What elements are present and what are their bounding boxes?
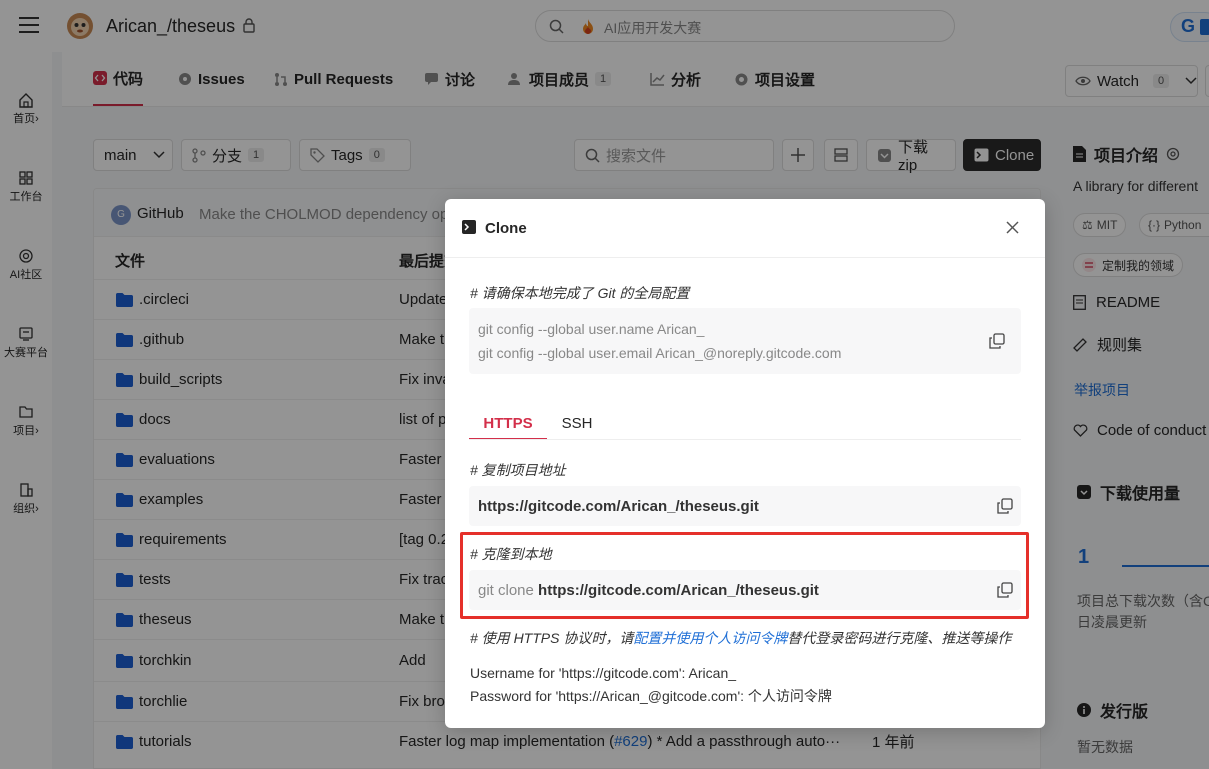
password-line: Password for 'https://Arican_@gitcode.co…	[470, 688, 832, 704]
note-text: # 使用 HTTPS 协议时，请	[470, 630, 634, 646]
terminal-icon	[462, 220, 476, 234]
clone-dialog: Clone # 请确保本地完成了 Git 的全局配置 git config --…	[445, 199, 1045, 728]
token-link[interactable]: 配置并使用个人访问令牌	[633, 630, 787, 646]
note-text: 替代登录密码进行克隆、推送等操作	[787, 630, 1012, 646]
dialog-header: Clone	[445, 199, 1045, 257]
copy-icon[interactable]	[997, 582, 1013, 598]
config-line: git config --global user.name Arican_	[478, 321, 705, 337]
tab-ssh-label: SSH	[561, 415, 593, 432]
repo-url[interactable]: https://gitcode.com/Arican_/theseus.git	[478, 498, 759, 515]
clone-cmd: git clone	[478, 582, 534, 599]
copy-url-comment: # 复制项目地址	[470, 462, 566, 478]
config-line: git config --global user.email Arican_@n…	[478, 345, 842, 361]
clone-command-box: git clone https://gitcode.com/Arican_/th…	[469, 570, 1021, 610]
clone-command[interactable]: git clone https://gitcode.com/Arican_/th…	[478, 582, 819, 599]
repo-url-box: https://gitcode.com/Arican_/theseus.git	[469, 486, 1021, 526]
clone-url: https://gitcode.com/Arican_/theseus.git	[538, 582, 819, 599]
dialog-divider	[445, 257, 1045, 258]
tab-https[interactable]: HTTPS	[469, 407, 547, 440]
git-config-box: git config --global user.name Arican_ gi…	[469, 308, 1021, 374]
copy-icon[interactable]	[997, 498, 1013, 514]
close-icon[interactable]	[1006, 221, 1019, 234]
tab-https-label: HTTPS	[483, 415, 533, 432]
https-note: # 使用 HTTPS 协议时，请配置并使用个人访问令牌替代登录密码进行克隆、推送…	[470, 628, 1011, 648]
tab-ssh[interactable]: SSH	[557, 407, 597, 440]
clone-comment: # 克隆到本地	[470, 546, 552, 562]
config-comment: # 请确保本地完成了 Git 的全局配置	[470, 285, 690, 301]
tab-divider	[469, 439, 1021, 440]
username-line: Username for 'https://gitcode.com': Aric…	[470, 665, 737, 681]
copy-icon[interactable]	[989, 333, 1005, 349]
dialog-title: Clone	[485, 220, 527, 237]
